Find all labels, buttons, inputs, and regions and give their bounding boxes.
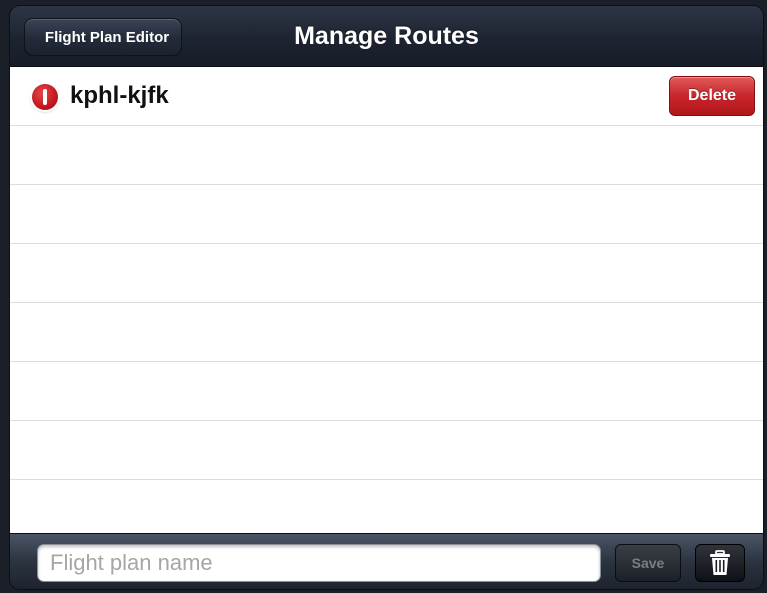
flight-plan-name-input[interactable] <box>37 544 601 582</box>
back-button[interactable]: Flight Plan Editor <box>24 18 182 56</box>
delete-button[interactable]: Delete <box>669 76 755 116</box>
app-window: Flight Plan Editor Manage Routes kphl-kj… <box>10 6 763 589</box>
save-button[interactable]: Save <box>615 544 681 582</box>
navigation-bar: Flight Plan Editor Manage Routes <box>10 6 763 67</box>
route-row[interactable]: kphl-kjfk Delete <box>10 67 763 126</box>
back-button-label: Flight Plan Editor <box>44 28 170 46</box>
trash-button[interactable] <box>695 544 745 582</box>
route-list: kphl-kjfk Delete <box>10 67 763 533</box>
trash-icon <box>710 550 730 575</box>
minus-circle-icon[interactable] <box>32 84 58 110</box>
route-name: kphl-kjfk <box>70 82 169 109</box>
bottom-toolbar: Save <box>10 533 763 589</box>
